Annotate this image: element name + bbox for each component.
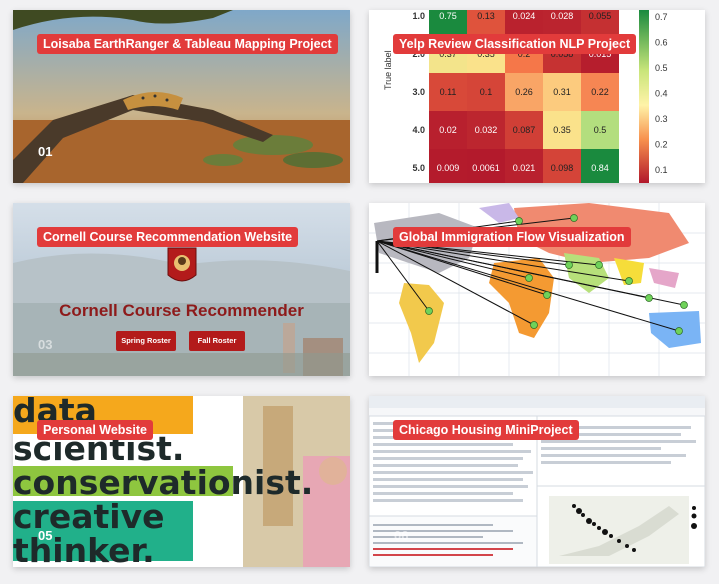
site-title: Cornell Course Recommender (59, 301, 304, 320)
heatmap-value-label: 0.35 (553, 125, 571, 135)
colorbar-tick: 0.4 (655, 89, 668, 99)
project-title: Loisaba EarthRanger & Tableau Mapping Pr… (37, 34, 338, 54)
heatmap-value-label: 0.1 (480, 87, 493, 97)
project-number: 02 (394, 144, 409, 159)
colorbar-tick: 0.3 (655, 114, 668, 124)
project-number: 05 (38, 528, 53, 543)
project-title: Cornell Course Recommendation Website (37, 227, 299, 247)
heatmap-value-label: 0.13 (477, 11, 495, 21)
fall-roster-button[interactable]: Fall Roster (189, 331, 245, 351)
heatmap-ytick: 3.0 (412, 87, 425, 97)
heatmap-value-label: 0.75 (439, 11, 457, 21)
heatmap-value-label: 0.11 (440, 87, 457, 97)
heatmap-value-label: 0.055 (589, 11, 612, 21)
project-card-personal-website[interactable]: data scientist. conservationist. creativ… (13, 396, 350, 567)
heatmap-ytick: 1.0 (412, 11, 425, 21)
heatmap-value-label: 0.087 (513, 125, 536, 135)
hero-word: thinker. (13, 531, 155, 568)
heatmap-value-label: 0.009 (437, 163, 460, 173)
colorbar-tick: 0.1 (655, 165, 668, 175)
project-card-immigration[interactable]: Global Immigration Flow Visualization 04 (369, 203, 705, 376)
heatmap-value-label: 0.024 (513, 11, 536, 21)
heatmap-value-label: 0.021 (513, 163, 536, 173)
project-card-loisaba[interactable]: Loisaba EarthRanger & Tableau Mapping Pr… (13, 10, 350, 183)
project-number: 04 (394, 337, 409, 352)
heatmap-value-label: 0.02 (439, 125, 457, 135)
heatmap-value-label: 0.22 (591, 87, 609, 97)
project-card-cornell[interactable]: Cornell Course Recommender Spring Roster… (13, 203, 350, 376)
project-title: Yelp Review Classification NLP Project (393, 34, 637, 54)
project-title: Global Immigration Flow Visualization (393, 227, 631, 247)
heatmap-ytick: 4.0 (412, 125, 425, 135)
colorbar-tick: 0.2 (655, 140, 668, 150)
colorbar-tick: 0.7 (655, 12, 668, 22)
heatmap-ytick: 5.0 (412, 163, 425, 173)
project-card-yelp[interactable]: 0.75 0.13 0.024 0.028 0.055 1.0 0.37 0.35 0.2 0.0… (369, 10, 705, 183)
project-title: Personal Website (37, 420, 153, 440)
project-number: 03 (38, 337, 53, 352)
heatmap-value-label: 0.028 (551, 11, 574, 21)
project-number: 06 (394, 528, 409, 543)
heatmap-value-label: 0.84 (591, 163, 609, 173)
project-title: Chicago Housing MiniProject (393, 420, 579, 440)
heatmap-value-label: 0.098 (551, 163, 574, 173)
heatmap-value-label: 0.31 (553, 87, 571, 97)
project-card-chicago-housing[interactable]: Chicago Housing MiniProject 06 (369, 396, 705, 567)
heatmap-ylabel: True label (383, 50, 393, 90)
colorbar-tick: 0.6 (655, 38, 668, 48)
heatmap-value-label: 0.5 (594, 125, 607, 135)
colorbar-tick: 0.5 (655, 63, 668, 73)
heatmap-value-label: 0.26 (515, 87, 533, 97)
project-number: 01 (38, 144, 53, 159)
spring-roster-button[interactable]: Spring Roster (116, 331, 176, 351)
heatmap-value-label: 0.032 (475, 125, 498, 135)
heatmap-value-label: 0.0061 (472, 163, 500, 173)
